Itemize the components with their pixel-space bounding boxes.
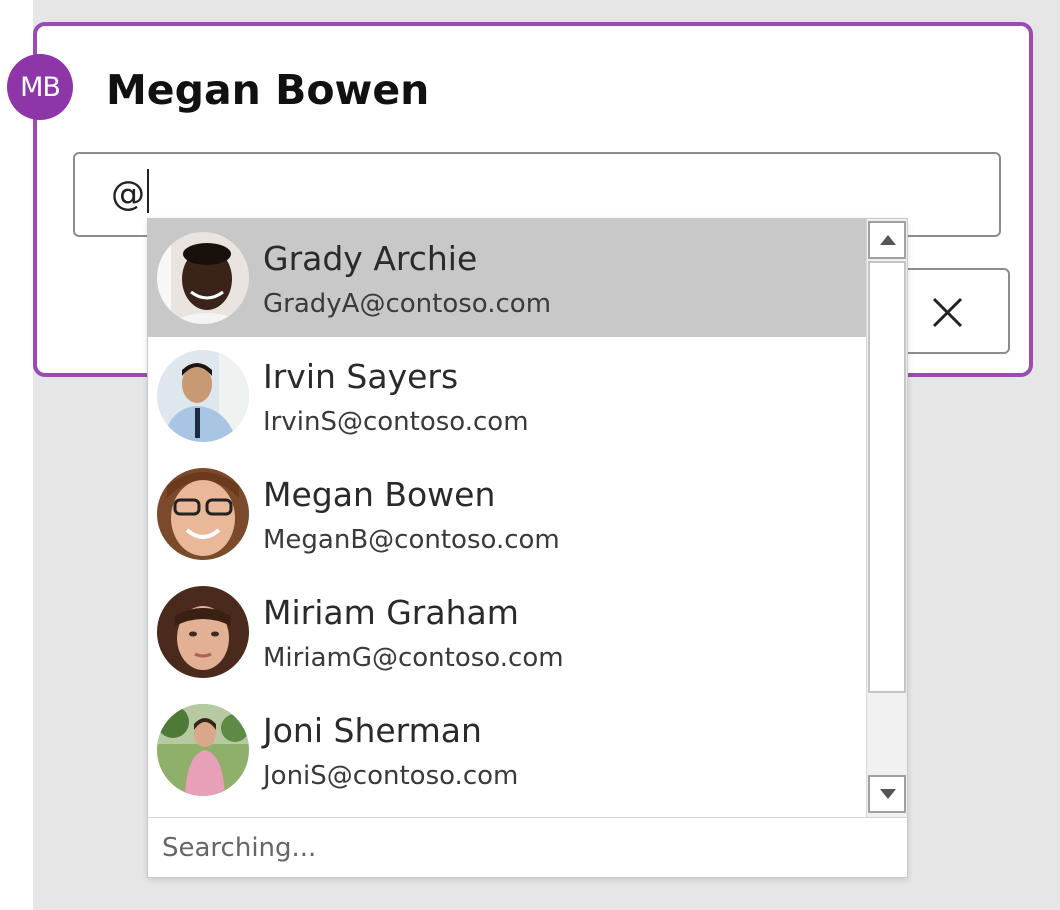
person-name: Irvin Sayers: [263, 357, 459, 396]
scroll-down-button[interactable]: [868, 775, 906, 813]
search-status: Searching...: [162, 833, 317, 863]
arrow-down-icon: [880, 789, 896, 799]
comment-input-value: @: [111, 174, 145, 214]
person-photo-icon: [157, 704, 249, 796]
person-item[interactable]: Irvin Sayers IrvinS@contoso.com: [148, 337, 866, 455]
people-list-scrollbar[interactable]: [866, 219, 907, 817]
person-item[interactable]: Miriam Graham MiriamG@contoso.com: [148, 573, 866, 691]
person-item[interactable]: Grady Archie GradyA@contoso.com: [148, 219, 866, 337]
scroll-up-button[interactable]: [868, 221, 906, 259]
picker-footer: Searching...: [148, 817, 907, 877]
person-item[interactable]: Megan Bowen MeganB@contoso.com: [148, 455, 866, 573]
author-name: Megan Bowen: [106, 66, 430, 114]
person-email: MeganB@contoso.com: [263, 525, 560, 555]
close-icon: [932, 297, 963, 328]
arrow-up-icon: [880, 235, 896, 245]
author-initials: MB: [20, 71, 61, 103]
person-email: IrvinS@contoso.com: [263, 407, 529, 437]
person-photo-icon: [157, 350, 249, 442]
scroll-thumb[interactable]: [868, 261, 906, 693]
person-item[interactable]: Joni Sherman JoniS@contoso.com: [148, 691, 866, 809]
author-avatar: MB: [7, 54, 73, 120]
person-photo-icon: [157, 468, 249, 560]
text-caret: [147, 169, 149, 213]
person-photo-icon: [157, 232, 249, 324]
person-name: Grady Archie: [263, 239, 478, 278]
people-picker-dropdown: Grady Archie GradyA@contoso.com Irvin Sa…: [147, 218, 908, 878]
person-email: GradyA@contoso.com: [263, 289, 552, 319]
person-email: JoniS@contoso.com: [263, 761, 519, 791]
person-name: Joni Sherman: [263, 711, 482, 750]
person-email: MiriamG@contoso.com: [263, 643, 564, 673]
person-name: Megan Bowen: [263, 475, 496, 514]
person-name: Miriam Graham: [263, 593, 519, 632]
person-photo-icon: [157, 586, 249, 678]
people-list: Grady Archie GradyA@contoso.com Irvin Sa…: [148, 219, 866, 817]
